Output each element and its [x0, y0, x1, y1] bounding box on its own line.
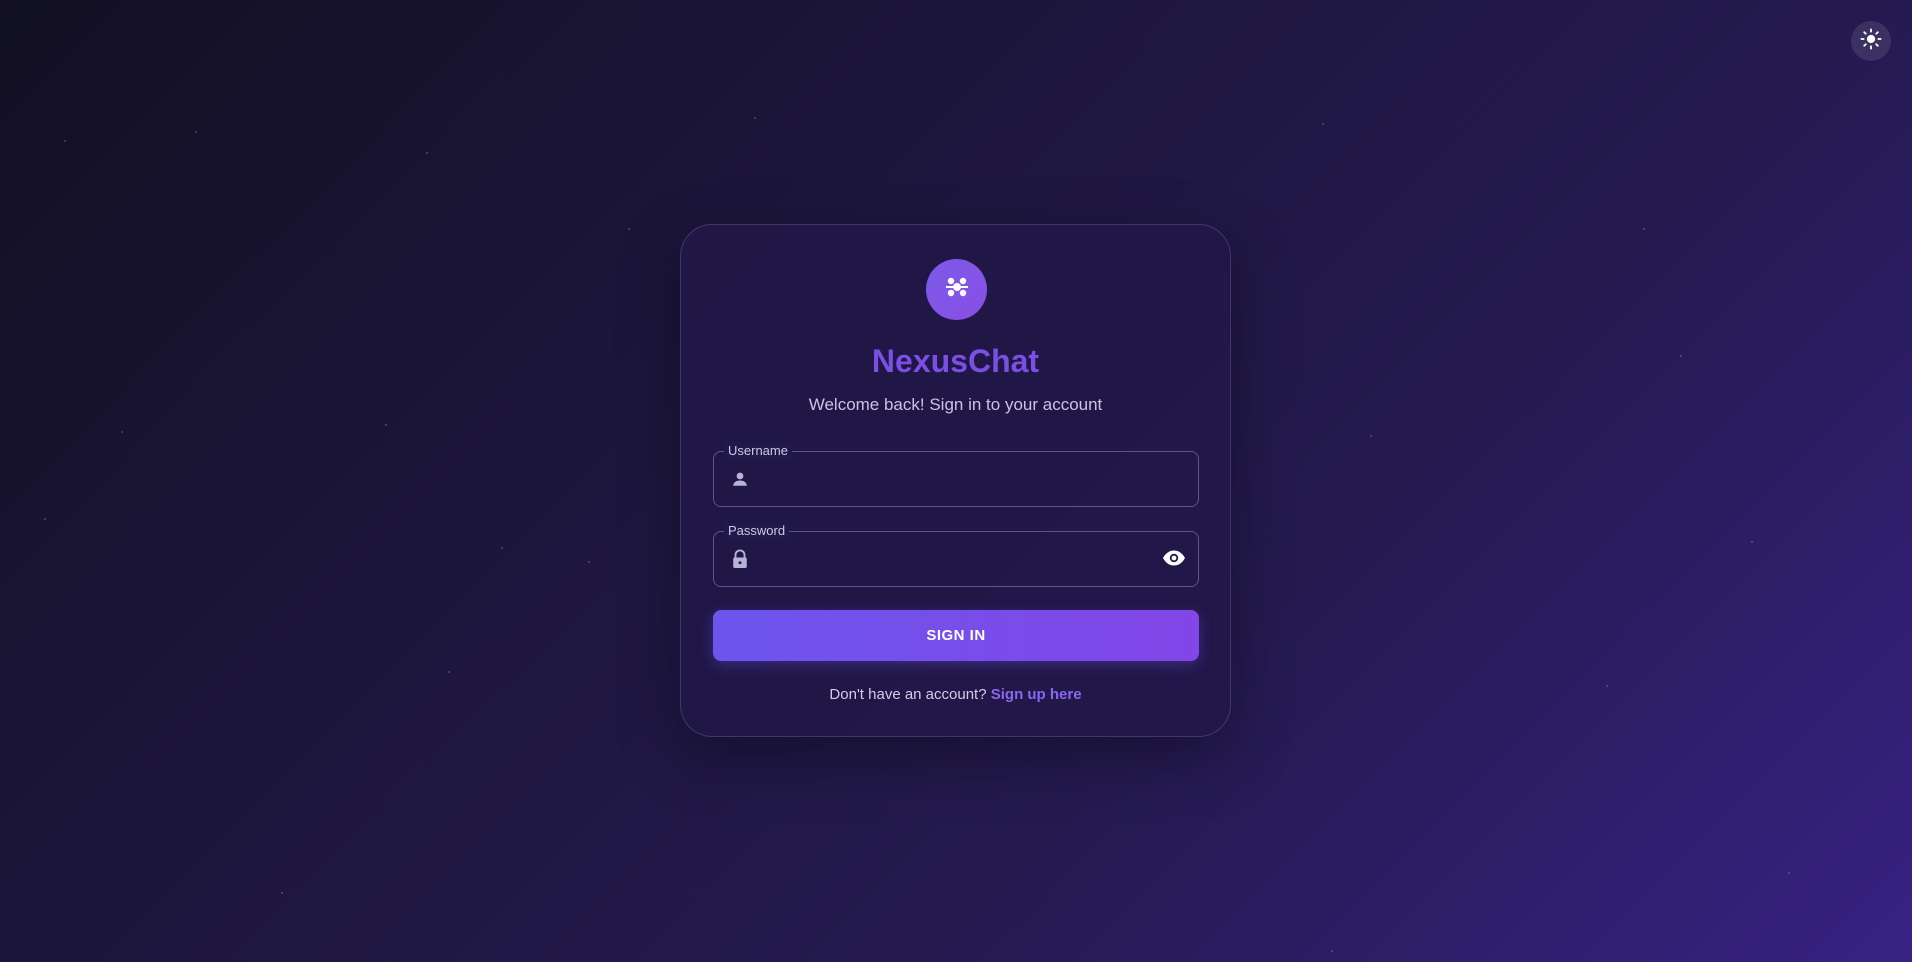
password-input[interactable]: [762, 540, 1150, 580]
toggle-password-visibility-button[interactable]: [1158, 544, 1190, 576]
lock-icon: [729, 548, 751, 570]
sign-up-link[interactable]: Sign up here: [991, 686, 1082, 703]
username-input[interactable]: [762, 460, 1150, 500]
app-logo: [926, 259, 987, 320]
username-field[interactable]: Username: [713, 443, 1199, 507]
sign-in-button[interactable]: SIGN IN: [713, 610, 1199, 661]
hub-icon: [944, 274, 970, 305]
theme-toggle-button[interactable]: [1851, 21, 1891, 61]
app-title: NexusChat: [871, 343, 1040, 379]
password-label: Password: [724, 523, 790, 539]
signup-prompt-text: Don't have an account?: [829, 686, 991, 703]
eye-icon: [1162, 550, 1186, 571]
password-field[interactable]: Password: [713, 523, 1199, 587]
username-label: Username: [724, 443, 792, 459]
page-subtitle: Welcome back! Sign in to your account: [808, 395, 1103, 414]
login-card: NexusChat Welcome back! Sign in to your …: [680, 224, 1231, 737]
signup-prompt: Don't have an account? Sign up here: [681, 686, 1230, 703]
sun-icon: [1860, 27, 1882, 55]
person-icon: [729, 468, 751, 490]
